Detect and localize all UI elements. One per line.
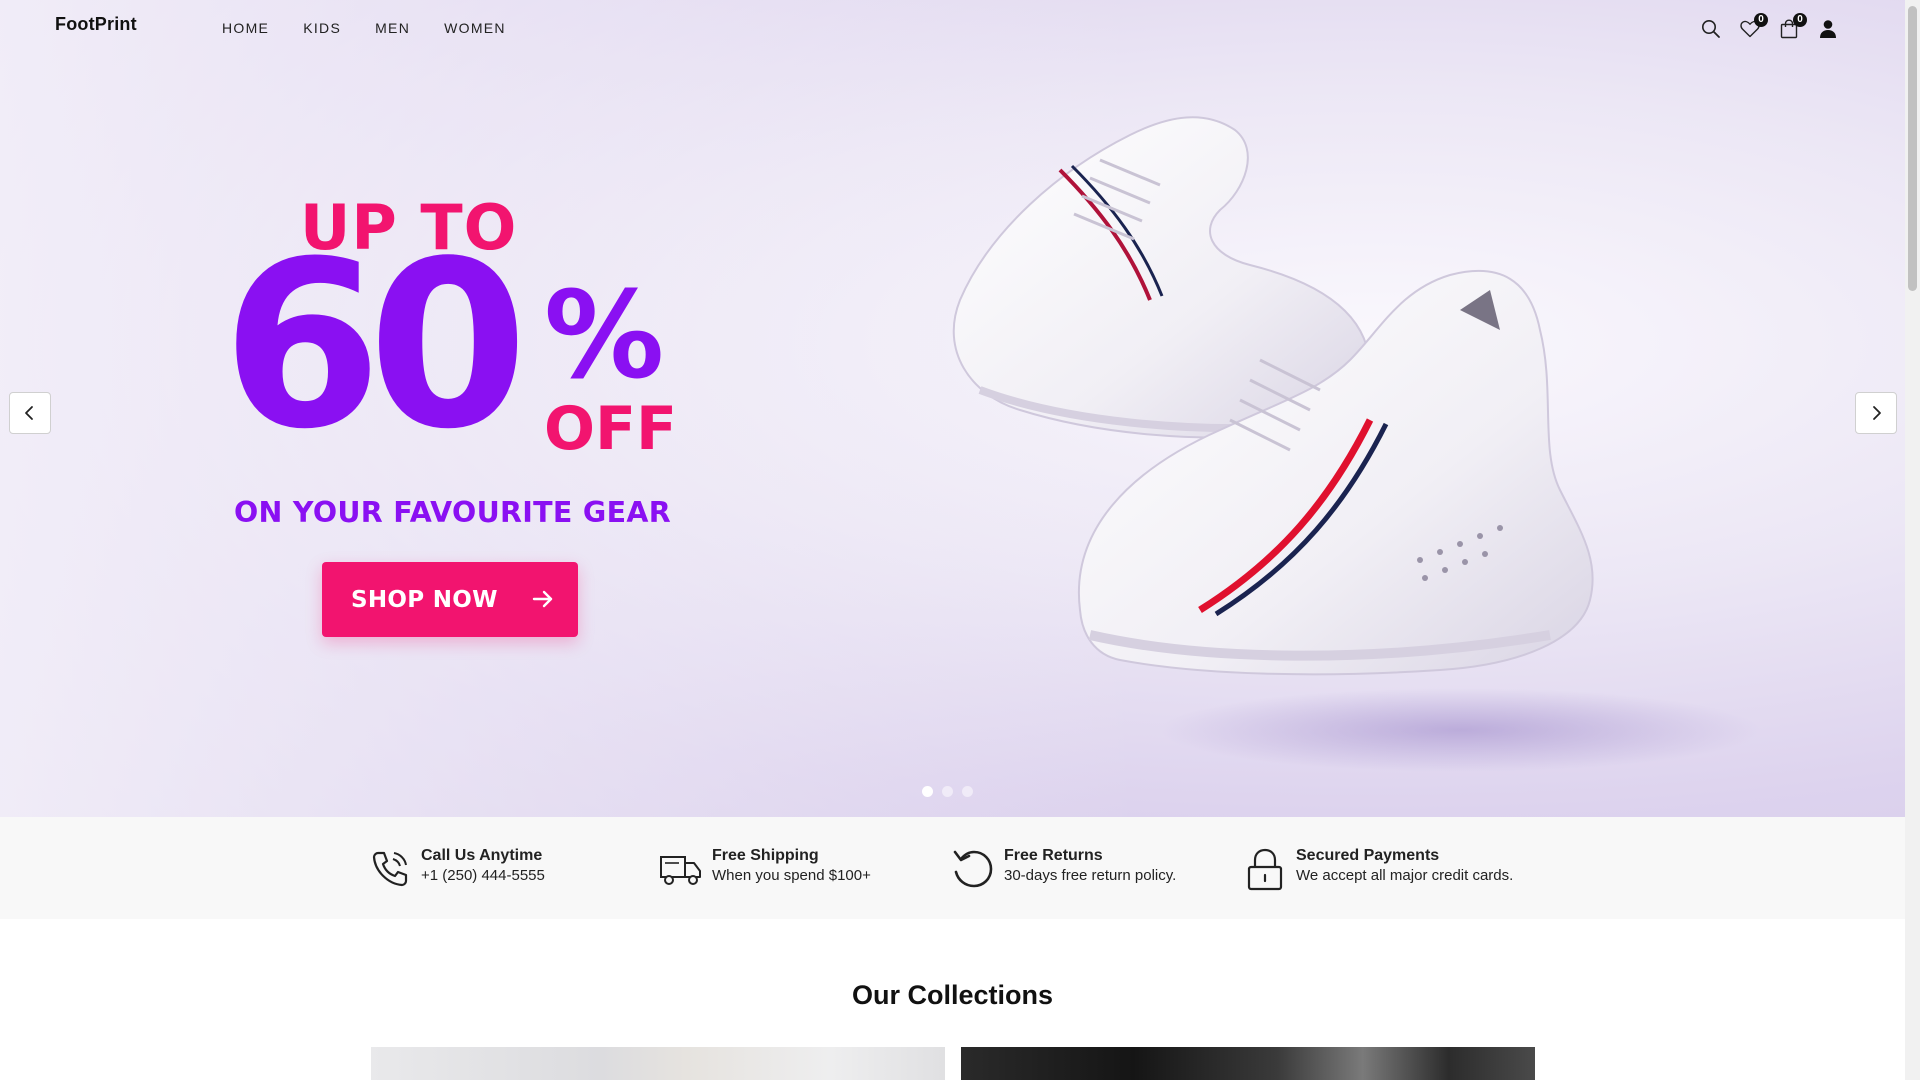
feature-payments: Secured Payments We accept all major cre… xyxy=(1243,846,1513,891)
collections-title: Our Collections xyxy=(851,980,1054,1010)
slider-prev-button[interactable] xyxy=(9,392,51,434)
bag-icon[interactable]: 0 xyxy=(1778,13,1807,40)
wishlist-count-badge: 0 xyxy=(1754,13,1768,27)
heart-icon[interactable]: 0 xyxy=(1739,13,1768,40)
slider-dot-2[interactable] xyxy=(942,786,953,797)
header-icons: 0 0 xyxy=(1700,13,1839,40)
page-scrollbar[interactable] xyxy=(1905,0,1920,1080)
main-nav: HOME KIDS MEN WOMEN xyxy=(222,20,506,36)
hero-slider: FootPrint HOME KIDS MEN WOMEN 0 0 UP TO … xyxy=(0,0,1905,817)
nav-women[interactable]: WOMEN xyxy=(444,20,506,36)
promo-banner: UP TO 60 % OFF ON YOUR FAVOURITE GEAR xyxy=(222,195,692,530)
promo-percent: % xyxy=(544,267,665,406)
phone-icon xyxy=(372,851,408,887)
promo-discount: 60 % OFF xyxy=(222,227,692,472)
chevron-right-icon xyxy=(1873,406,1881,420)
page: FootPrint HOME KIDS MEN WOMEN 0 0 UP TO … xyxy=(0,0,1905,1080)
feature-subtitle: When you spend $100+ xyxy=(712,867,871,884)
features-bar: Call Us Anytime +1 (250) 444-5555 Free S… xyxy=(0,817,1905,919)
search-icon[interactable] xyxy=(1700,18,1722,40)
scrollbar-thumb[interactable] xyxy=(1908,6,1917,291)
cart-count-badge: 0 xyxy=(1793,13,1807,27)
promo-number: 60 xyxy=(222,213,528,480)
slider-dot-3[interactable] xyxy=(962,786,973,797)
feature-call: Call Us Anytime +1 (250) 444-5555 xyxy=(368,846,545,891)
promo-off: OFF xyxy=(544,394,677,464)
feature-title: Free Returns xyxy=(1004,847,1103,864)
truck-icon xyxy=(660,856,701,885)
return-icon xyxy=(953,850,993,888)
sneakers-image xyxy=(952,116,1760,772)
collection-card-women[interactable] xyxy=(371,1047,945,1080)
feature-title: Free Shipping xyxy=(712,847,819,864)
lock-icon xyxy=(1247,848,1283,891)
feature-shipping: Free Shipping When you spend $100+ xyxy=(659,846,871,891)
feature-title: Call Us Anytime xyxy=(421,847,543,864)
site-header: FootPrint HOME KIDS MEN WOMEN 0 0 xyxy=(0,0,1905,60)
feature-subtitle: 30-days free return policy. xyxy=(1004,867,1177,884)
feature-title: Secured Payments xyxy=(1296,847,1440,864)
user-icon[interactable] xyxy=(1817,18,1839,40)
feature-returns: Free Returns 30-days free return policy. xyxy=(951,846,1176,891)
feature-subtitle: +1 (250) 444-5555 xyxy=(421,867,545,884)
shop-now-button[interactable]: SHOP NOW xyxy=(322,562,578,637)
logo[interactable]: FootPrint xyxy=(55,14,137,35)
shop-now-label: SHOP NOW xyxy=(351,586,498,613)
chevron-left-icon xyxy=(25,406,33,420)
feature-subtitle: We accept all major credit cards. xyxy=(1296,867,1514,884)
promo-tagline: ON YOUR FAVOURITE GEAR xyxy=(234,496,671,529)
nav-home[interactable]: HOME xyxy=(222,20,269,36)
collection-card-men[interactable] xyxy=(961,1047,1535,1080)
arrow-right-icon xyxy=(532,588,554,615)
slider-next-button[interactable] xyxy=(1855,392,1897,434)
nav-men[interactable]: MEN xyxy=(375,20,410,36)
slider-dots xyxy=(922,786,982,797)
nav-kids[interactable]: KIDS xyxy=(303,20,341,36)
slider-dot-1[interactable] xyxy=(922,786,933,797)
